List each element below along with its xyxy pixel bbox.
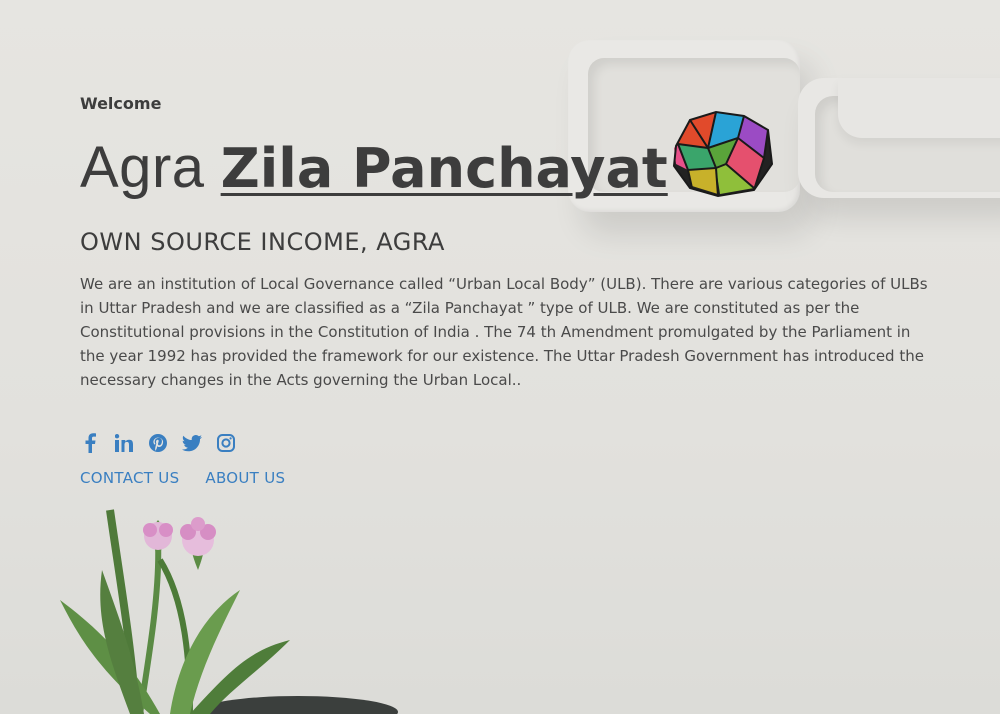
page-title: Agra Zila Panchayat [80,132,668,205]
shelf-decoration-right-top [838,78,1000,138]
about-us-link[interactable]: ABOUT US [205,469,285,487]
linkedin-icon[interactable] [114,432,134,454]
page-subtitle: OWN SOURCE INCOME, AGRA [80,228,445,256]
page-title-light: Agra [80,135,205,200]
twitter-icon[interactable] [182,432,202,454]
welcome-label: Welcome [80,94,162,113]
footer-links: CONTACT US ABOUT US [80,469,285,487]
contact-us-link[interactable]: CONTACT US [80,469,179,487]
polyhedron-gem-image [672,110,774,198]
social-links [80,432,236,454]
pinterest-icon[interactable] [148,432,168,454]
plant-decoration-image [60,509,398,714]
instagram-icon[interactable] [216,432,236,454]
facebook-icon[interactable] [80,432,100,454]
page-title-bold: Zila Panchayat [220,137,668,200]
description-paragraph: We are an institution of Local Governanc… [80,275,928,389]
